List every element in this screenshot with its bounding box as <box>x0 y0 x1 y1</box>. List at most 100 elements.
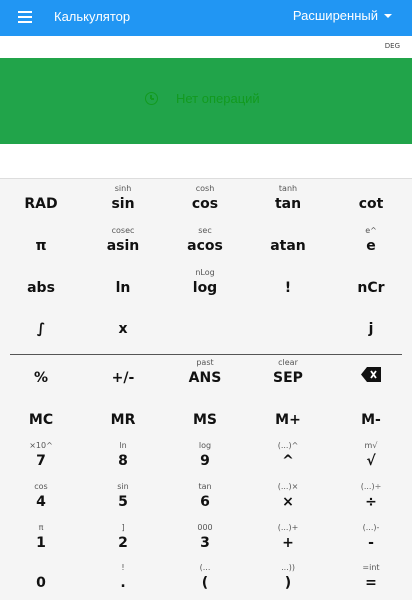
key-r7-c3[interactable]: (...)× × <box>247 482 329 512</box>
app-bar: Калькулятор Расширенный <box>0 0 412 36</box>
key-label: SEP <box>273 370 303 386</box>
key-r6-c4[interactable]: m√ √ <box>330 441 412 471</box>
key-r0-c4[interactable]: cot <box>330 184 412 214</box>
key-label: sin <box>111 196 135 212</box>
mode-label: Расширенный <box>292 8 378 23</box>
key-r0-c3[interactable]: tanh tan <box>247 184 329 214</box>
key-r9-c2[interactable]: (... ( <box>164 563 246 593</box>
key-r9-c3[interactable]: ...))) <box>247 563 329 593</box>
key-r7-c1[interactable]: sin 5 <box>82 482 164 512</box>
key-r8-c4[interactable]: (...)- - <box>330 523 412 553</box>
key-r5-c1[interactable]: MR <box>82 400 164 430</box>
key-label: √ <box>366 453 376 469</box>
key-r7-c4[interactable]: (...)÷ ÷ <box>330 482 412 512</box>
key-r2-c1[interactable]: ln <box>82 268 164 298</box>
key-r8-c3[interactable]: (...)+ + <box>247 523 329 553</box>
calculator-display[interactable] <box>0 144 412 178</box>
key-label: MS <box>192 412 217 428</box>
key-r0-c1[interactable]: sinh sin <box>82 184 164 214</box>
key-r6-c1[interactable]: ln 8 <box>82 441 164 471</box>
key-label: MC <box>28 412 54 428</box>
key-label: e <box>366 238 376 254</box>
key-label: j <box>368 321 374 337</box>
key-label: ) <box>284 575 292 591</box>
history-icon <box>145 92 158 105</box>
key-r3-c2[interactable] <box>164 309 246 339</box>
key-r4-c0[interactable]: % <box>0 358 82 388</box>
key-r4-c1[interactable]: +/- <box>82 358 164 388</box>
keypad-divider <box>10 354 402 355</box>
key-r6-c3[interactable]: (...)^ ^ <box>247 441 329 471</box>
key-label: abs <box>27 280 55 296</box>
history-status-text: Нет операций <box>176 91 260 106</box>
key-r7-c2[interactable]: tan 6 <box>164 482 246 512</box>
key-r6-c2[interactable]: log 9 <box>164 441 246 471</box>
key-secondary-label: e^ <box>365 226 377 235</box>
key-secondary-label: sec <box>198 226 212 235</box>
key-r5-c2[interactable]: MS <box>164 400 246 430</box>
key-label: π <box>35 238 47 254</box>
key-label: cos <box>191 196 219 212</box>
key-secondary-label: clear <box>278 358 298 367</box>
mode-select[interactable]: Расширенный <box>293 8 392 23</box>
key-r8-c1[interactable]: ] 2 <box>82 523 164 553</box>
key-label: acos <box>187 238 223 254</box>
key-r9-c1[interactable]: !. <box>82 563 164 593</box>
key-r3-c4[interactable]: j <box>330 309 412 339</box>
key-secondary-label: ln <box>119 441 127 450</box>
key-r2-c4[interactable]: nCr <box>330 268 412 298</box>
key-r7-c0[interactable]: cos 4 <box>0 482 82 512</box>
key-r9-c4[interactable]: =int = <box>330 563 412 593</box>
key-r1-c4[interactable]: e^ e <box>330 226 412 256</box>
key-secondary-label: log <box>198 441 212 450</box>
key-r1-c3[interactable]: atan <box>247 226 329 256</box>
key-label: 7 <box>36 453 46 469</box>
key-r3-c0[interactable]: ∫ <box>0 309 82 339</box>
menu-icon[interactable] <box>18 11 32 23</box>
key-r2-c3[interactable]: ! <box>247 268 329 298</box>
key-label: 6 <box>200 494 210 510</box>
key-secondary-label: (...)÷ <box>360 482 382 491</box>
key-secondary-label: ! <box>121 563 125 572</box>
key-r1-c2[interactable]: sec acos <box>164 226 246 256</box>
key-r8-c0[interactable]: π1 <box>0 523 82 553</box>
key-r2-c2[interactable]: nLog log <box>164 268 246 298</box>
key-secondary-label: (...)^ <box>277 441 299 450</box>
key-r5-c3[interactable]: M+ <box>247 400 329 430</box>
key-label: 1 <box>36 535 46 551</box>
key-r1-c0[interactable]: π <box>0 226 82 256</box>
key-r6-c0[interactable]: ×10^ 7 <box>0 441 82 471</box>
key-r3-c1[interactable]: x <box>82 309 164 339</box>
key-label: × <box>282 494 294 510</box>
key-label: log <box>192 280 218 296</box>
key-label: MR <box>110 412 136 428</box>
key-label: 5 <box>118 494 128 510</box>
key-secondary-label: ×10^ <box>29 441 53 450</box>
key-r5-c4[interactable]: M- <box>330 400 412 430</box>
key-label: 2 <box>118 535 128 551</box>
key-r0-c0[interactable]: RAD <box>0 184 82 214</box>
backspace-icon[interactable] <box>361 367 381 382</box>
key-r4-c3[interactable]: clear SEP <box>247 358 329 388</box>
key-r0-c2[interactable]: cosh cos <box>164 184 246 214</box>
key-r3-c3[interactable] <box>247 309 329 339</box>
key-label: M+ <box>275 412 301 428</box>
key-label: ∫ <box>36 321 46 337</box>
key-label: ÷ <box>365 494 377 510</box>
key-label: 3 <box>200 535 210 551</box>
angle-unit-indicator[interactable]: DEG <box>385 42 400 50</box>
key-label: - <box>368 535 374 551</box>
key-r5-c0[interactable]: MC <box>0 400 82 430</box>
key-label: 0 <box>36 575 46 591</box>
key-label: x <box>118 321 128 337</box>
key-label: RAD <box>24 196 58 212</box>
key-label: % <box>33 370 49 386</box>
key-label: ( <box>201 575 209 591</box>
key-r8-c2[interactable]: 000 3 <box>164 523 246 553</box>
key-r4-c2[interactable]: past ANS <box>164 358 246 388</box>
key-secondary-label: tan <box>198 482 212 491</box>
chevron-down-icon <box>384 13 392 18</box>
key-r9-c0[interactable]: 0 <box>0 563 82 593</box>
key-r2-c0[interactable]: abs <box>0 268 82 298</box>
key-r1-c1[interactable]: cosec asin <box>82 226 164 256</box>
